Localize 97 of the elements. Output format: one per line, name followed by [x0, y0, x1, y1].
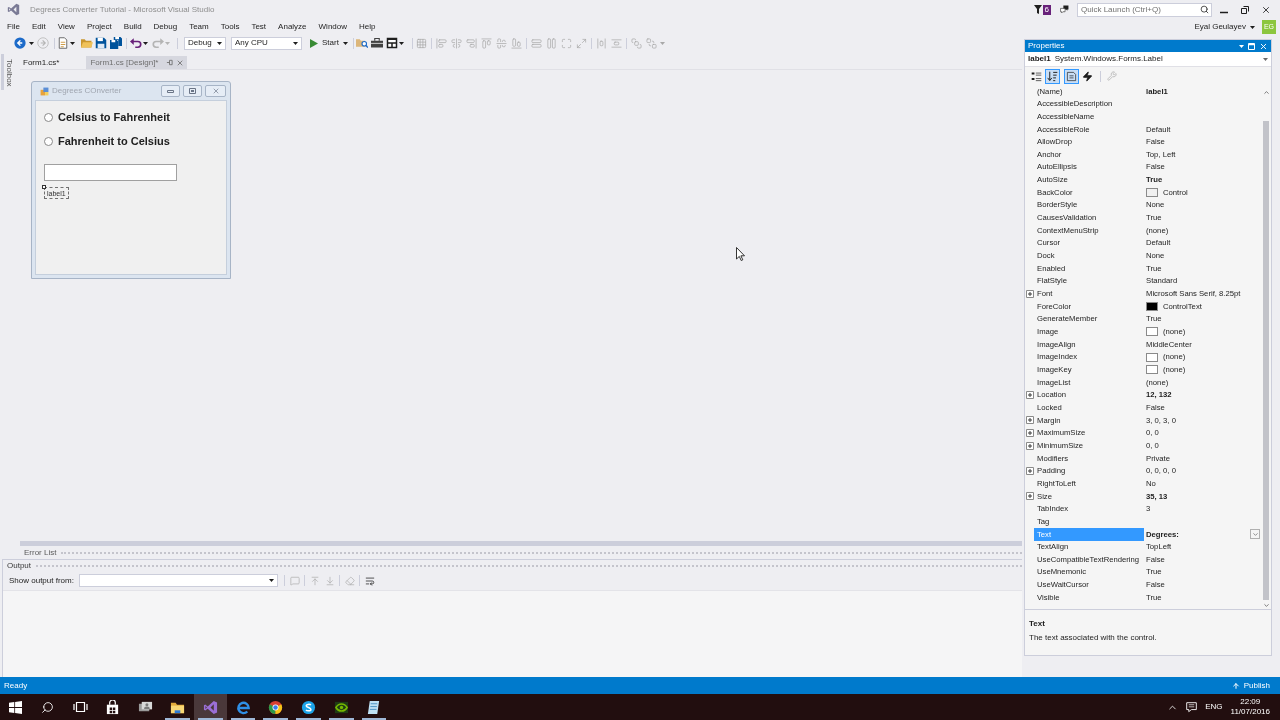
output-source-label: Show output from:: [9, 574, 74, 587]
briefcase-icon[interactable]: [370, 37, 383, 49]
scroll-up-icon[interactable]: [1262, 89, 1270, 96]
ribbon-logo-icon[interactable]: [202, 699, 218, 715]
clock-date[interactable]: 11/07/2016: [1230, 707, 1270, 717]
notepad-icon[interactable]: [366, 699, 382, 715]
app-tiles-icon: [40, 86, 49, 96]
menu-item[interactable]: Tools: [214, 21, 246, 33]
four-panes-logo-icon[interactable]: [9, 700, 22, 714]
back-arrow-icon[interactable]: [14, 37, 26, 49]
save-all-icon[interactable]: [110, 37, 122, 49]
text-input-field[interactable]: [44, 164, 177, 181]
task-view-icon[interactable]: [72, 701, 88, 713]
expand-icon[interactable]: [1025, 289, 1034, 298]
menu-item[interactable]: Team: [183, 21, 215, 33]
eye-logo-icon[interactable]: [333, 699, 349, 715]
platform-dropdown[interactable]: Any CPU: [231, 36, 302, 50]
chat-bubbles-icon[interactable]: [1060, 5, 1069, 14]
menu-item[interactable]: Edit: [25, 21, 52, 33]
error-list-tab[interactable]: Error List: [24, 546, 57, 559]
play-icon[interactable]: [310, 38, 318, 48]
minimize-button[interactable]: [161, 85, 180, 97]
close-icon[interactable]: [1260, 4, 1271, 15]
notification-badge[interactable]: 6: [1042, 4, 1051, 15]
caret-icon: [217, 41, 222, 45]
restore-icon[interactable]: [1240, 5, 1249, 14]
menu-item[interactable]: Build: [117, 21, 148, 33]
caret-icon[interactable]: [143, 41, 148, 45]
radio-label[interactable]: Celsius to Fahrenheit: [58, 109, 170, 126]
ribbon-logo-icon: [7, 3, 20, 16]
window-layout-icon[interactable]: [385, 37, 398, 49]
chevron-down-icon: [1251, 530, 1259, 538]
segmented-circle-icon[interactable]: [268, 699, 284, 715]
search-icon[interactable]: [41, 700, 54, 714]
menu-item[interactable]: Help: [353, 21, 382, 33]
expand-icon[interactable]: [1025, 492, 1034, 501]
arrow-up-icon: [1231, 681, 1240, 690]
letter-e-logo-icon[interactable]: [235, 699, 251, 715]
toolbox-tab[interactable]: Toolbox: [1, 54, 14, 90]
wrap-text-icon[interactable]: [364, 575, 375, 586]
caret-icon: [342, 41, 348, 45]
expand-icon[interactable]: [1025, 467, 1034, 475]
resize-handle[interactable]: [42, 185, 46, 189]
document-tab[interactable]: Form1.cs [Design]*: [86, 56, 188, 69]
dropdown-caret-icon[interactable]: [1239, 44, 1244, 48]
description-title: Text: [1029, 618, 1046, 630]
caret-icon[interactable]: [29, 41, 34, 45]
expand-icon[interactable]: [1025, 441, 1034, 450]
object-selector[interactable]: label1 System.Windows.Forms.Label: [1025, 52, 1271, 67]
radio-button[interactable]: [44, 137, 53, 146]
window-title: Degrees Converter Tutorial - Microsoft Visual Studio: [30, 3, 215, 16]
language-indicator[interactable]: ENG: [1205, 701, 1223, 713]
mouse-pointer-icon: [736, 247, 745, 261]
scroll-down-icon[interactable]: [1262, 602, 1270, 609]
publish-button[interactable]: Publish: [1231, 679, 1270, 692]
caret-icon: [268, 579, 274, 582]
start-button[interactable]: Start: [309, 36, 349, 50]
panel-title: Properties: [1028, 40, 1065, 52]
radio-label[interactable]: Fahrenheit to Celsius: [58, 133, 170, 150]
scrollbar-thumb[interactable]: [1263, 120, 1269, 601]
caret-icon[interactable]: [1250, 25, 1255, 29]
expand-icon[interactable]: [1025, 391, 1034, 400]
maximize-button[interactable]: [183, 85, 202, 97]
caret-icon: [293, 41, 298, 45]
menu-item[interactable]: Project: [80, 21, 118, 33]
shopping-bag-icon[interactable]: [104, 699, 120, 715]
s-circle-logo-icon[interactable]: [300, 699, 316, 715]
caret-icon: [1263, 57, 1268, 61]
configuration-dropdown[interactable]: Debug: [184, 36, 226, 50]
maximize-icon[interactable]: [189, 88, 196, 94]
user-name[interactable]: Eyal Geulayev: [1194, 21, 1246, 33]
menu-item[interactable]: Debug: [147, 21, 184, 33]
pin-icon[interactable]: [166, 59, 174, 66]
radio-button[interactable]: [44, 113, 53, 122]
panel-title: Output: [7, 559, 31, 572]
document-tab[interactable]: Form1.cs*: [20, 56, 63, 69]
caret-icon[interactable]: [70, 41, 75, 45]
quick-launch-field[interactable]: Quick Launch (Ctrl+Q): [1077, 2, 1212, 17]
folder-search-icon[interactable]: [355, 37, 368, 49]
filter-icon[interactable]: [1033, 5, 1042, 14]
undo-icon[interactable]: [130, 37, 142, 49]
notification-icon[interactable]: [1186, 701, 1198, 713]
clock-time[interactable]: 22:09: [1240, 697, 1261, 707]
expand-icon[interactable]: [1025, 416, 1034, 425]
save-icon[interactable]: [95, 37, 107, 49]
search-icon[interactable]: [1200, 5, 1209, 14]
close-icon: [211, 87, 220, 95]
close-icon[interactable]: [1259, 41, 1268, 51]
menu-item[interactable]: Test: [245, 21, 273, 33]
status-text: Ready: [4, 679, 28, 692]
menu-item[interactable]: File: [1, 21, 26, 33]
caret-icon[interactable]: [398, 41, 404, 45]
expand-icon[interactable]: [1025, 429, 1034, 438]
menu-item[interactable]: Analyze: [272, 21, 313, 33]
menu-item[interactable]: Window: [312, 21, 353, 33]
menu-item[interactable]: View: [51, 21, 81, 33]
description-text: The text associated with the control.: [1029, 632, 1158, 644]
